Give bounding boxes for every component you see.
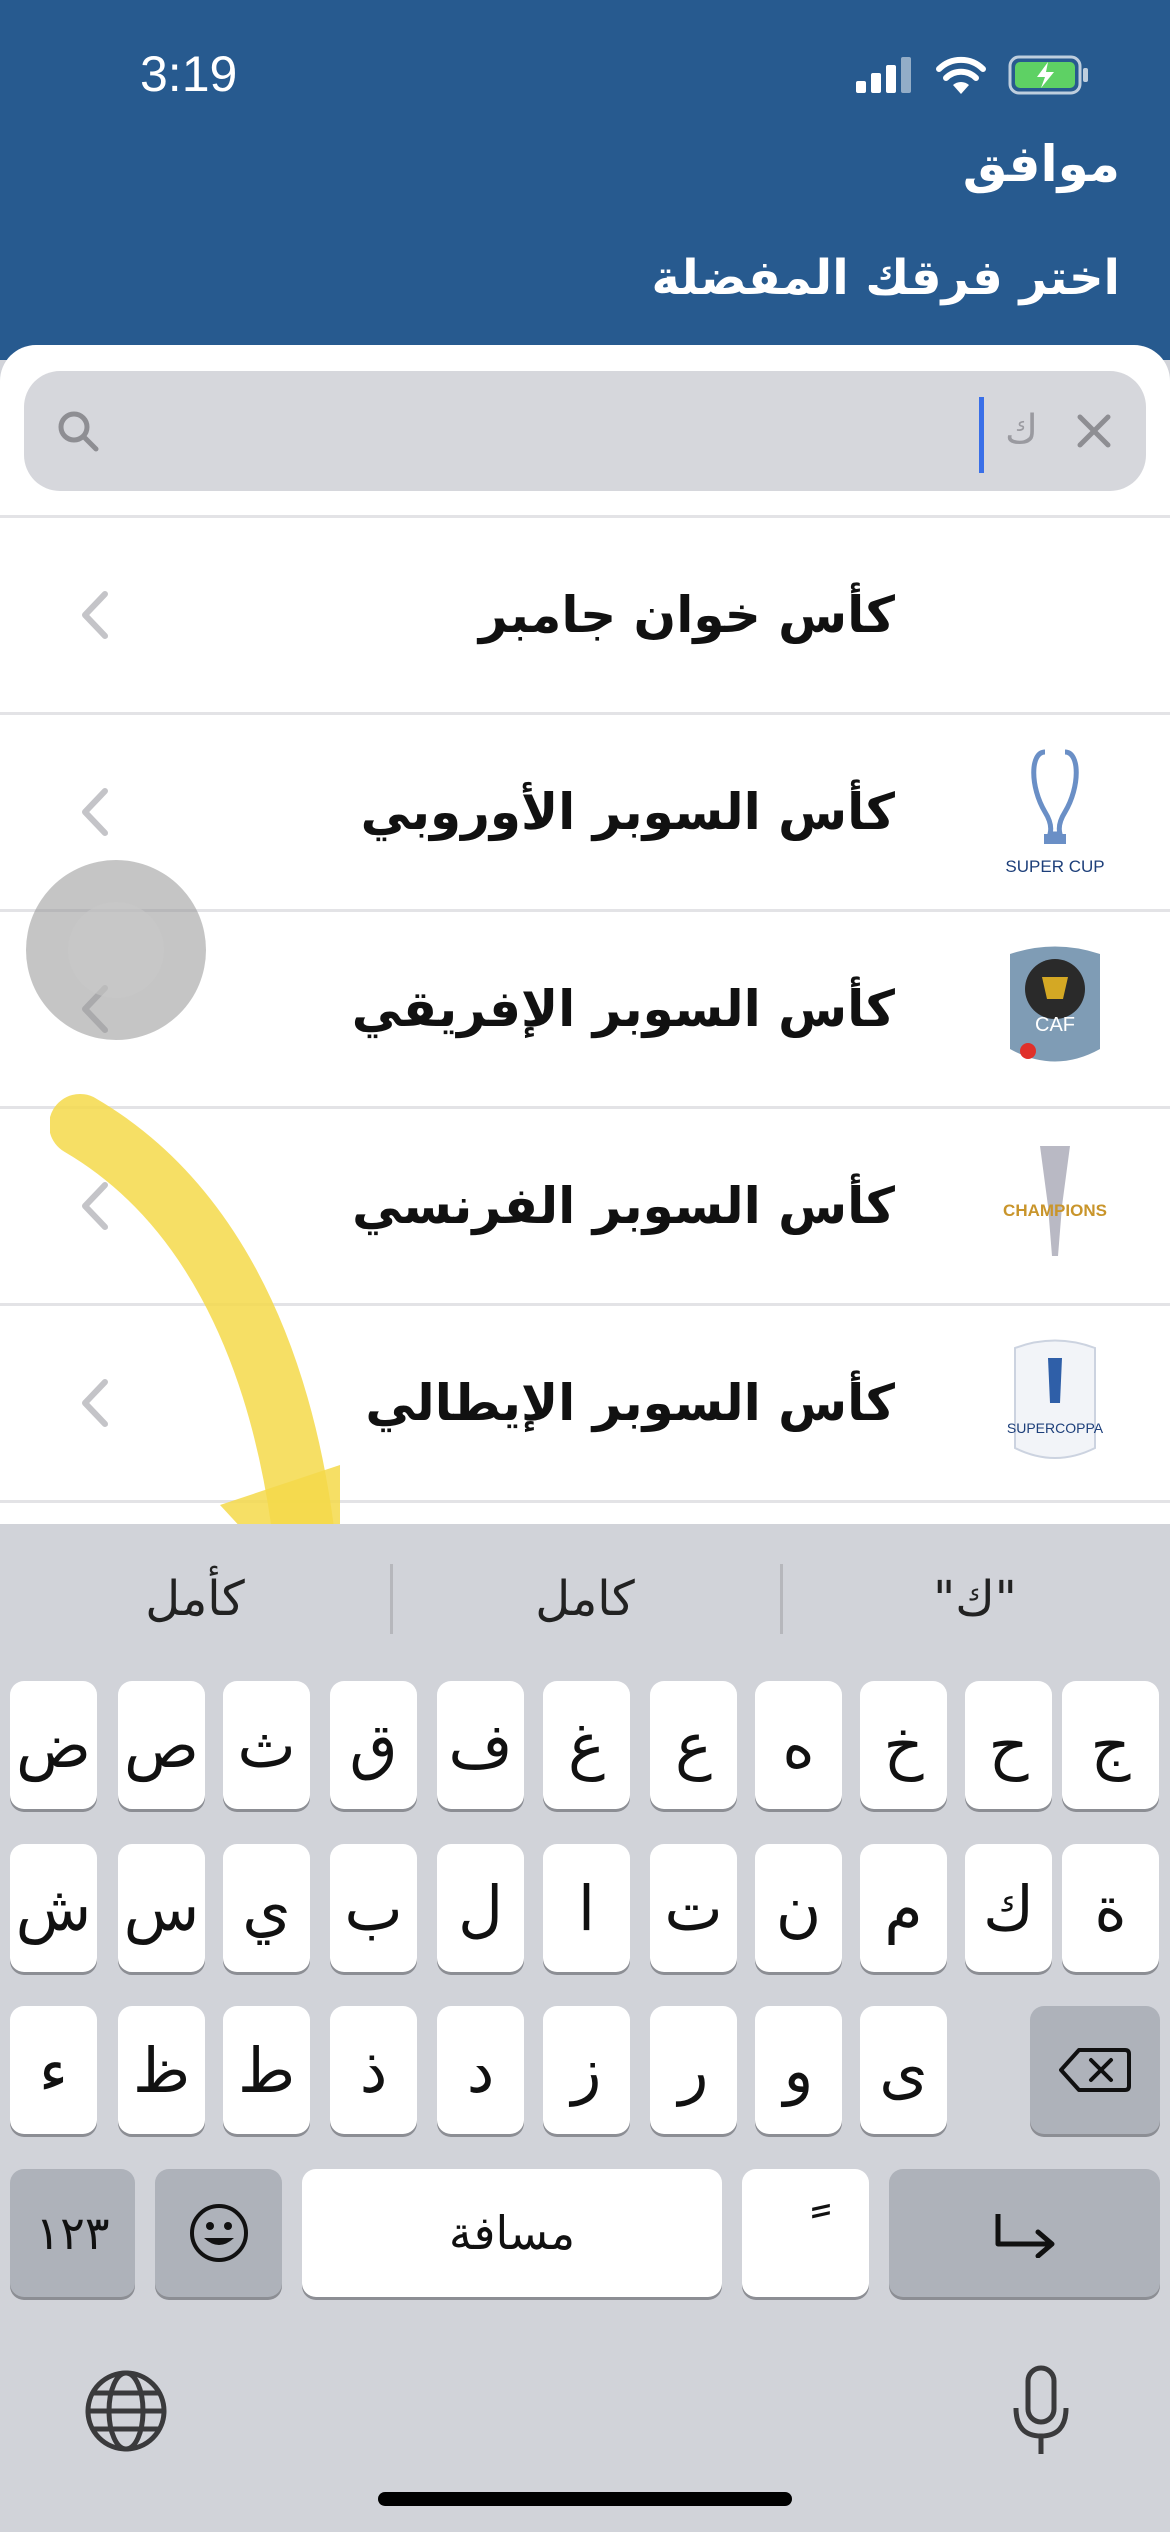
list-item-label: كأس السوبر الإيطالي xyxy=(365,1374,895,1432)
key[interactable]: ض xyxy=(10,1681,97,1809)
key[interactable]: ز xyxy=(543,2006,630,2134)
list-item-label: كأس خوان جامبر xyxy=(478,586,895,644)
key[interactable]: ك xyxy=(965,1844,1052,1972)
microphone-icon[interactable] xyxy=(1006,2364,1076,2460)
chevron-left-icon xyxy=(82,591,108,639)
key[interactable]: ت xyxy=(650,1844,737,1972)
key[interactable]: ن xyxy=(755,1844,842,1972)
backspace-icon xyxy=(1059,2048,1131,2092)
key[interactable]: ي xyxy=(223,1844,310,1972)
key[interactable]: و xyxy=(755,2006,842,2134)
key[interactable]: ع xyxy=(650,1681,737,1809)
key[interactable]: ه xyxy=(755,1681,842,1809)
key[interactable]: ر xyxy=(650,2006,737,2134)
clear-icon[interactable] xyxy=(1072,409,1116,453)
list-item-label: كأس السوبر الأوروبي xyxy=(360,783,895,841)
numbers-key[interactable]: ١٢٣ xyxy=(10,2169,135,2297)
search-icon xyxy=(58,411,99,452)
key[interactable]: ف xyxy=(437,1681,524,1809)
suggestion-1[interactable]: كأمل xyxy=(0,1524,390,1674)
suggestion-3[interactable]: "ك" xyxy=(780,1524,1170,1674)
return-key[interactable] xyxy=(889,2169,1160,2297)
annotation-arrow xyxy=(50,1094,340,1525)
tanween-key[interactable]: ً xyxy=(742,2169,869,2297)
battery-charging-icon xyxy=(1008,55,1088,95)
space-key[interactable]: مسافة xyxy=(302,2169,722,2297)
key[interactable]: د xyxy=(437,2006,524,2134)
key[interactable]: ل xyxy=(437,1844,524,1972)
home-indicator xyxy=(378,2492,792,2506)
supercoppa-logo: SUPERCOPPA xyxy=(1007,1339,1104,1459)
svg-text:CAF: CAF xyxy=(1035,1014,1075,1036)
key[interactable]: ج xyxy=(1062,1681,1159,1809)
key[interactable]: ى xyxy=(860,2006,947,2134)
key[interactable]: ق xyxy=(330,1681,417,1809)
key[interactable]: ص xyxy=(118,1681,205,1809)
teams-sheet: ك كأس خوان جامبر SUPER CUP كأس السوبر ال… xyxy=(0,345,1170,1525)
arabic-keyboard: كأمل كامل "ك" ج ح خ ه ع غ ف ق ث ص ض ة ك … xyxy=(0,1524,1170,2532)
text-cursor xyxy=(979,397,984,473)
key[interactable]: ظ xyxy=(118,2006,205,2134)
cellular-signal-icon xyxy=(856,57,911,93)
globe-icon[interactable] xyxy=(84,2369,168,2453)
key[interactable]: ا xyxy=(543,1844,630,1972)
key[interactable]: خ xyxy=(860,1681,947,1809)
key[interactable]: ث xyxy=(223,1681,310,1809)
svg-text:CHAMPIONS: CHAMPIONS xyxy=(1003,1201,1107,1220)
app-header: 3:19 موافق اختر فرقك المفضلة xyxy=(0,0,1170,360)
key[interactable]: ب xyxy=(330,1844,417,1972)
emoji-icon xyxy=(189,2204,248,2262)
status-time: 3:19 xyxy=(140,46,238,102)
suggestion-2[interactable]: كامل xyxy=(390,1524,780,1674)
svg-text:SUPERCOPPA: SUPERCOPPA xyxy=(1007,1420,1104,1436)
key[interactable]: ش xyxy=(10,1844,97,1972)
status-icons xyxy=(856,55,1090,95)
key[interactable]: ذ xyxy=(330,2006,417,2134)
key[interactable]: ط xyxy=(223,2006,310,2134)
chevron-left-icon xyxy=(82,788,108,836)
uefa-super-cup-logo: SUPER CUP xyxy=(1005,749,1105,876)
caf-super-cup-logo: CAF xyxy=(1010,946,1100,1062)
search-input-text[interactable]: ك xyxy=(1005,407,1038,453)
list-item-label: كأس السوبر الإفريقي xyxy=(351,980,895,1038)
touch-indicator xyxy=(26,860,206,1040)
list-item-label: كأس السوبر الفرنسي xyxy=(352,1177,895,1235)
return-icon xyxy=(995,2214,1054,2258)
list-item[interactable]: كأس خوان جامبر xyxy=(0,515,1170,712)
ok-button[interactable]: موافق xyxy=(963,135,1120,193)
key[interactable]: غ xyxy=(543,1681,630,1809)
key[interactable]: ح xyxy=(965,1681,1052,1809)
search-field[interactable]: ك xyxy=(24,371,1146,491)
key[interactable]: م xyxy=(860,1844,947,1972)
emoji-key[interactable] xyxy=(155,2169,282,2297)
key[interactable]: س xyxy=(118,1844,205,1972)
list-item[interactable]: SUPER CUP كأس السوبر الأوروبي xyxy=(0,712,1170,909)
page-title: اختر فرقك المفضلة xyxy=(651,250,1120,306)
key[interactable]: ة xyxy=(1062,1844,1159,1972)
wifi-icon xyxy=(936,56,986,94)
key[interactable]: ء xyxy=(10,2006,97,2134)
backspace-key[interactable] xyxy=(1030,2006,1160,2134)
svg-text:SUPER CUP: SUPER CUP xyxy=(1005,857,1104,876)
trophee-des-champions-logo: CHAMPIONS xyxy=(1003,1146,1107,1256)
